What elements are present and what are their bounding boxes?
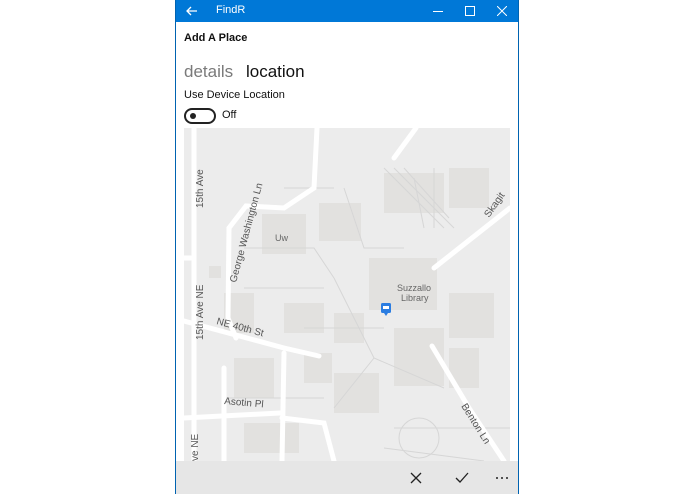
label-suzzallo-1: Suzzallo <box>397 283 431 293</box>
maximize-button[interactable] <box>454 0 486 22</box>
app-title: FindR <box>216 4 246 16</box>
minimize-icon <box>433 11 443 12</box>
app-window: FindR Add A Place details location Use D… <box>175 0 519 494</box>
label-15th-ave-ne: 15th Ave NE <box>195 284 206 340</box>
label-ave-ne-bottom: ve NE <box>190 433 201 461</box>
toggle-knob <box>190 113 196 119</box>
more-icon <box>496 477 508 479</box>
page-title: Add A Place <box>184 32 248 44</box>
more-button[interactable] <box>490 467 514 489</box>
device-location-toggle[interactable] <box>184 108 216 124</box>
close-window-icon <box>497 6 507 16</box>
label-15th-ave-top: 15th Ave <box>195 169 206 208</box>
back-arrow-icon <box>186 6 197 16</box>
map-canvas: 15th Ave George Washington Ln Uw Suzzall… <box>184 128 510 461</box>
accept-button[interactable] <box>450 467 474 489</box>
toggle-state-label: Off <box>222 109 237 121</box>
tab-location[interactable]: location <box>246 62 305 82</box>
device-location-label: Use Device Location <box>184 89 285 101</box>
close-window-button[interactable] <box>486 0 518 22</box>
maximize-icon <box>465 6 475 16</box>
label-uw: Uw <box>275 233 288 243</box>
tab-details[interactable]: details <box>184 62 233 82</box>
back-button[interactable] <box>176 0 208 22</box>
cancel-button[interactable] <box>404 467 428 489</box>
close-icon <box>410 472 422 484</box>
map-view[interactable]: 15th Ave George Washington Ln Uw Suzzall… <box>184 128 510 461</box>
check-icon <box>455 472 469 483</box>
minimize-button[interactable] <box>422 0 454 22</box>
label-suzzallo-2: Library <box>401 293 429 303</box>
title-bar: FindR <box>176 0 518 22</box>
command-bar <box>176 461 518 494</box>
